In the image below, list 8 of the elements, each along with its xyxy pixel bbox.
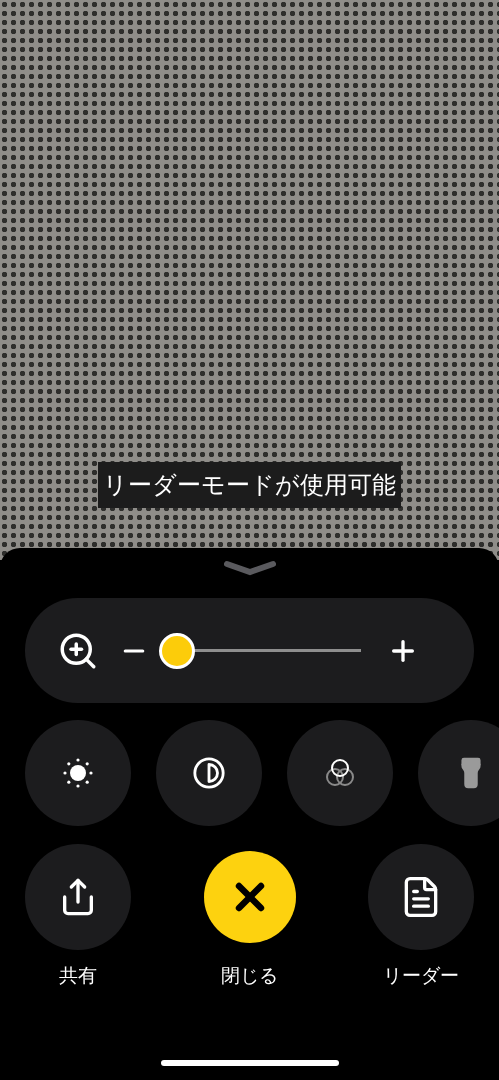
zoom-slider-thumb[interactable] (158, 632, 195, 669)
action-label: リーダー (383, 964, 459, 988)
chevron-down-icon[interactable] (223, 560, 276, 576)
brightness-icon (62, 757, 94, 789)
action-label: 共有 (59, 964, 97, 988)
reader-mode-banner: リーダーモードが使用可能 (98, 462, 401, 508)
action-label: 閉じる (221, 964, 278, 988)
contrast-icon (192, 756, 226, 790)
